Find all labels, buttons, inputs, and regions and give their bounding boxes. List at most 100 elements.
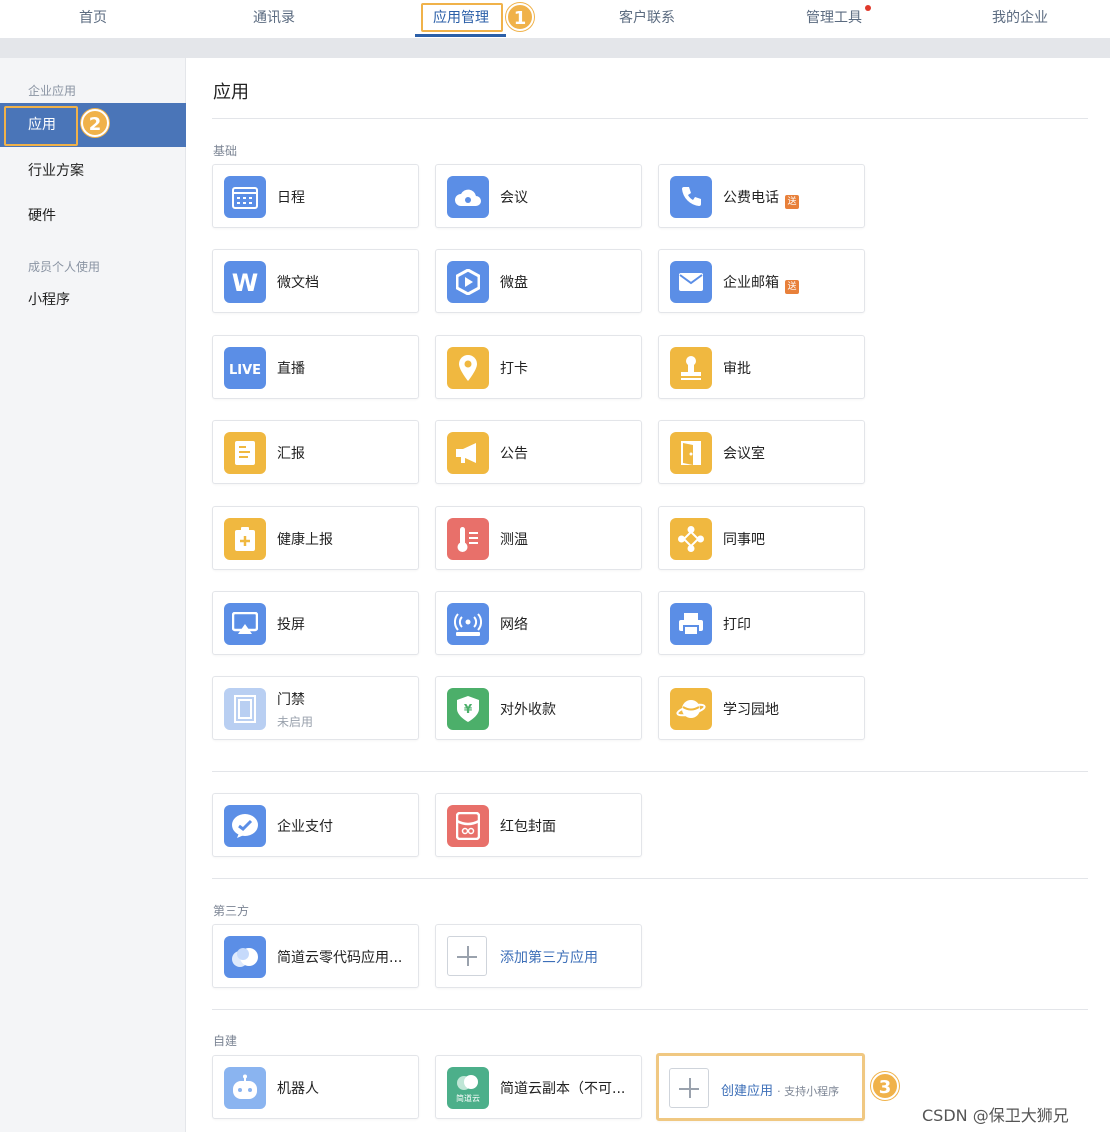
app-card[interactable]: 同事吧 (658, 505, 865, 570)
app-label-text: 测温 (500, 531, 528, 548)
app-label: 企业邮箱送 (723, 272, 799, 295)
app-card[interactable]: 简道云 简道云副本（不可... (435, 1055, 642, 1119)
app-card[interactable]: 打卡 (435, 334, 642, 399)
nav-label: 通讯录 (253, 10, 295, 26)
add-third-party-app-button[interactable]: 添加第三方应用 (435, 924, 642, 988)
app-label: 会议室 (723, 443, 765, 463)
app-label-text: 公费电话 (723, 190, 779, 206)
jiandaoyun-copy-icon: 简道云 (447, 1067, 489, 1109)
app-label-text: 微文档 (277, 275, 319, 292)
megaphone-icon (447, 432, 489, 475)
door-icon (670, 432, 712, 475)
mail-icon (670, 261, 712, 304)
app-card[interactable]: 汇报 (212, 420, 419, 485)
app-label-text: 直播 (277, 360, 305, 377)
app-card[interactable]: W 微文档 (212, 249, 419, 314)
app-card[interactable]: 微盘 (435, 249, 642, 314)
header-divider-band (0, 38, 1110, 58)
app-card[interactable]: 健康上报 (212, 505, 419, 570)
app-card[interactable]: 企业邮箱送 (658, 249, 865, 314)
nav-management-tools[interactable]: 管理工具 (741, 0, 927, 38)
app-card[interactable]: 红包封面 (435, 793, 642, 857)
create-app-label: 创建应用 · 支持小程序 (721, 1080, 839, 1099)
app-label: 汇报 (277, 443, 305, 463)
health-report-icon (224, 517, 266, 560)
robot-icon (224, 1067, 266, 1109)
app-label-text: 学习园地 (723, 702, 779, 719)
app-label: 审批 (723, 358, 751, 378)
planet-icon (670, 688, 712, 731)
notification-dot (865, 5, 871, 11)
app-card[interactable]: 机器人 (212, 1055, 419, 1119)
sidebar-item-label: 行业方案 (28, 163, 84, 179)
app-label-text: 网络 (500, 617, 528, 633)
svg-text:简道云: 简道云 (456, 1093, 480, 1103)
app-label-text: 日程 (277, 190, 305, 206)
nav-customer-contact[interactable]: 客户联系 (554, 0, 740, 38)
app-card[interactable]: 公费电话送 (658, 164, 865, 228)
app-card[interactable]: 会议室 (658, 420, 865, 485)
nav-my-enterprise[interactable]: 我的企业 (927, 0, 1110, 38)
nav-active-underline (415, 34, 506, 37)
nav-label: 我的企业 (992, 10, 1048, 26)
app-label-text: 汇报 (277, 446, 305, 463)
nav-highlight-box (421, 3, 503, 32)
sidebar-item-label: 硬件 (28, 208, 56, 224)
red-packet-icon (447, 805, 489, 847)
app-label: 公费电话送 (723, 187, 799, 209)
app-card[interactable]: 门禁 未启用 (212, 676, 419, 741)
app-label: 测温 (500, 529, 528, 549)
app-label: 微盘 (500, 272, 528, 292)
app-card[interactable]: 学习园地 (658, 676, 865, 741)
app-card[interactable]: 简道云零代码应用... (212, 924, 419, 988)
gift-tag-badge: 送 (785, 195, 799, 209)
create-app-button[interactable]: 创建应用 · 支持小程序 (656, 1053, 865, 1121)
app-card[interactable]: 会议 (435, 164, 642, 228)
app-card[interactable]: ¥ 对外收款 (435, 676, 642, 741)
app-label-text: 红包封面 (500, 819, 556, 835)
app-card[interactable]: 网络 (435, 591, 642, 655)
nav-contacts[interactable]: 通讯录 (181, 0, 367, 38)
sidebar-item-hardware[interactable]: 硬件 (0, 194, 186, 238)
plus-icon (447, 936, 487, 976)
app-label-text: 企业邮箱 (723, 275, 779, 292)
app-label: 简道云副本（不可... (500, 1078, 625, 1098)
callout-badge-3: 3 (871, 1072, 899, 1100)
app-label: 打卡 (500, 358, 528, 378)
divider (212, 878, 1088, 879)
app-label-text: 会议 (500, 190, 528, 206)
svg-text:W: W (232, 270, 258, 294)
colleague-icon (670, 517, 712, 560)
app-label: 打印 (723, 614, 751, 634)
nav-label: 客户联系 (619, 10, 675, 26)
word-doc-icon: W (224, 261, 266, 304)
stamp-icon (670, 346, 712, 389)
app-card[interactable]: 日程 (212, 164, 419, 228)
app-label-text: 打印 (723, 617, 751, 633)
app-label: 企业支付 (277, 816, 333, 836)
calendar-icon (224, 176, 266, 218)
app-label-text: 打卡 (500, 360, 528, 377)
wifi-router-icon (447, 603, 489, 645)
app-card[interactable]: 投屏 (212, 591, 419, 655)
sidebar-item-mini-program[interactable]: 小程序 (0, 278, 186, 322)
app-label: 网络 (500, 614, 528, 634)
app-label-text: 简道云零代码应用... (277, 950, 403, 966)
app-card[interactable]: 打印 (658, 591, 865, 655)
app-card[interactable]: LIVE 直播 (212, 334, 419, 399)
app-card[interactable]: 企业支付 (212, 793, 419, 857)
app-card[interactable]: 测温 (435, 505, 642, 570)
thermometer-icon (447, 517, 489, 560)
phone-icon (670, 176, 712, 218)
jiandaoyun-cloud-icon (224, 936, 266, 978)
create-app-note: · 支持小程序 (777, 1085, 840, 1098)
create-app-text: 创建应用 (721, 1084, 774, 1099)
nav-home[interactable]: 首页 (0, 0, 186, 38)
sidebar: 企业应用 应用 2 行业方案 硬件 成员个人使用 小程序 (0, 58, 186, 1132)
sidebar-item-industry-solutions[interactable]: 行业方案 (0, 149, 186, 193)
app-label-text: 门禁 (277, 692, 305, 709)
app-card[interactable]: 审批 (658, 334, 865, 399)
sidebar-section-enterprise-apps: 企业应用 (28, 84, 77, 98)
cloud-meeting-icon (447, 176, 489, 218)
app-card[interactable]: 公告 (435, 420, 642, 485)
